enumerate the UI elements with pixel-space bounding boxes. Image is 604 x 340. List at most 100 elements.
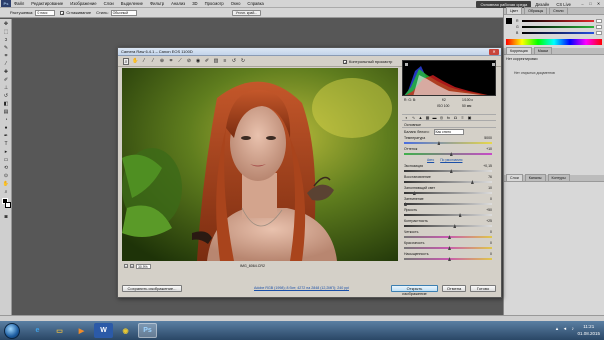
- adjustment-slider[interactable]: Температура 5000: [402, 136, 496, 147]
- adjustment-track[interactable]: [404, 214, 492, 216]
- workspace-button[interactable]: Основная рабочая среда: [476, 0, 532, 8]
- save-image-button[interactable]: Сохранить изображение...: [122, 284, 182, 292]
- explorer-icon[interactable]: ▭: [50, 323, 69, 338]
- design-menu[interactable]: Дизайн: [535, 2, 549, 7]
- adjustment-slider[interactable]: Четкость 0: [402, 230, 496, 241]
- slider-b-value[interactable]: [596, 30, 602, 35]
- wb-select[interactable]: Как снято: [433, 129, 464, 135]
- hand-tool-icon[interactable]: ✋: [2, 180, 10, 187]
- slider-r[interactable]: R: [516, 18, 602, 23]
- quick-select-tool-icon[interactable]: ✎: [2, 44, 10, 51]
- healing-tool-icon[interactable]: ✚: [2, 68, 10, 75]
- menu-edit[interactable]: Редактирование: [31, 1, 63, 6]
- menu-view[interactable]: Просмотр: [205, 1, 224, 6]
- blur-tool-icon[interactable]: ◔: [2, 116, 10, 123]
- slider-r-value[interactable]: [596, 18, 602, 23]
- marquee-tool-icon[interactable]: ⬚: [2, 28, 10, 35]
- menu-help[interactable]: Справка: [247, 1, 263, 6]
- zoom-level[interactable]: 30,9%: [136, 263, 151, 269]
- chrome-icon[interactable]: ◉: [116, 323, 135, 338]
- maximize-icon[interactable]: □: [587, 1, 594, 7]
- type-tool-icon[interactable]: T: [2, 140, 10, 147]
- antialias-checkbox[interactable]: ✓: [60, 10, 65, 15]
- history-brush-icon[interactable]: ↺: [2, 92, 10, 99]
- start-button[interactable]: [4, 322, 20, 339]
- clock[interactable]: 11:21 01.08.2015: [577, 323, 600, 337]
- preview-checkbox[interactable]: ✓: [343, 59, 347, 64]
- minimize-icon[interactable]: –: [579, 1, 586, 7]
- lens-icon[interactable]: ◎: [439, 115, 444, 120]
- adjustment-value[interactable]: +0,15: [483, 164, 492, 168]
- adjustment-value[interactable]: +25: [486, 219, 492, 223]
- adjustment-track[interactable]: [404, 153, 492, 155]
- target-adjust-icon[interactable]: ⊕: [159, 58, 165, 65]
- quick-mask-icon[interactable]: ◙: [2, 213, 10, 220]
- slider-r-bar[interactable]: [522, 19, 594, 22]
- 3d-rotate-tool-icon[interactable]: ⟲: [2, 164, 10, 171]
- cancel-button[interactable]: Отмена: [442, 284, 466, 292]
- graduated-filter-icon[interactable]: ▥: [213, 58, 219, 65]
- media-player-icon[interactable]: ▶: [72, 323, 91, 338]
- color-ramp[interactable]: [506, 39, 602, 45]
- tab-swatches[interactable]: Образцы: [524, 7, 548, 14]
- crop-tool-icon[interactable]: ⌗: [2, 52, 10, 59]
- adjustment-value[interactable]: 0: [490, 252, 492, 256]
- open-image-button[interactable]: Открыть изображение: [391, 284, 438, 296]
- slider-b-bar[interactable]: [522, 31, 594, 34]
- brush-tool-icon[interactable]: ✐: [2, 76, 10, 83]
- ie-icon[interactable]: e: [28, 323, 47, 338]
- menu-layers[interactable]: Слои: [104, 1, 114, 6]
- antialias-option[interactable]: ✓ Сглаживание: [60, 10, 91, 15]
- wb-tool-icon[interactable]: ⁄: [141, 58, 147, 65]
- adjustment-slider[interactable]: Яркость +50: [402, 208, 496, 219]
- tab-masks[interactable]: Маски: [533, 47, 553, 54]
- tab-layers[interactable]: Слои: [506, 174, 523, 181]
- adjustment-slider[interactable]: Красочность 0: [402, 241, 496, 252]
- basic-panel-icon[interactable]: ◐: [404, 115, 409, 120]
- tone-curve-icon[interactable]: ∿: [411, 115, 416, 120]
- presets-icon[interactable]: ≡: [460, 115, 465, 120]
- stamp-tool-icon[interactable]: ⊥: [2, 84, 10, 91]
- slider-g-value[interactable]: [596, 24, 602, 29]
- adjustment-value[interactable]: 0: [490, 230, 492, 234]
- feather-input[interactable]: 0 пикс: [35, 9, 56, 16]
- tab-color[interactable]: Цвет: [506, 7, 523, 14]
- adjustment-track[interactable]: [404, 258, 492, 260]
- adjustment-value[interactable]: 0: [490, 241, 492, 245]
- menu-window[interactable]: Окно: [231, 1, 241, 6]
- adjustment-value[interactable]: +50: [486, 208, 492, 212]
- adjustment-track[interactable]: [404, 247, 492, 249]
- dialog-close-icon[interactable]: ✕: [489, 49, 499, 55]
- pen-tool-icon[interactable]: ✒: [2, 132, 10, 139]
- effects-icon[interactable]: fx: [446, 115, 451, 120]
- adjustment-value[interactable]: 76: [488, 175, 492, 179]
- background-color[interactable]: [5, 202, 11, 208]
- slider-g-bar[interactable]: [522, 25, 594, 28]
- tray-icons[interactable]: ▴ ◂ ♪: [556, 326, 576, 332]
- adjustment-track[interactable]: [404, 203, 492, 205]
- preview-toggle[interactable]: ✓ Контрольный просмотр: [343, 59, 392, 64]
- done-button[interactable]: Готово: [470, 284, 496, 292]
- close-icon[interactable]: ✕: [595, 1, 602, 7]
- preferences-icon[interactable]: ≡: [222, 58, 228, 65]
- adjustment-slider[interactable]: Насыщенность 0: [402, 252, 496, 263]
- adjustment-slider[interactable]: Оттенок +10: [402, 147, 496, 158]
- menu-filter[interactable]: Фильтр: [150, 1, 164, 6]
- lasso-tool-icon[interactable]: ↄ: [2, 36, 10, 43]
- tab-adjustments[interactable]: Коррекция: [506, 47, 532, 54]
- photoshop-taskbar-icon[interactable]: Ps: [138, 323, 157, 338]
- adjustment-slider[interactable]: Затемнение 0: [402, 197, 496, 208]
- style-select[interactable]: Обычный: [110, 9, 137, 16]
- gradient-tool-icon[interactable]: ▤: [2, 108, 10, 115]
- adjustment-slider[interactable]: Восстановление 76: [402, 175, 496, 186]
- tab-paths[interactable]: Контуры: [547, 174, 570, 181]
- menu-select[interactable]: Выделение: [121, 1, 143, 6]
- adjustment-track[interactable]: [404, 170, 492, 172]
- menu-file[interactable]: Файл: [14, 1, 24, 6]
- tab-styles[interactable]: Стили: [549, 7, 568, 14]
- menu-3d[interactable]: 3D: [192, 1, 197, 6]
- adjustment-track[interactable]: [404, 192, 492, 194]
- slider-b[interactable]: B: [516, 30, 602, 35]
- eraser-tool-icon[interactable]: ◧: [2, 100, 10, 107]
- adjustment-track[interactable]: [404, 225, 492, 227]
